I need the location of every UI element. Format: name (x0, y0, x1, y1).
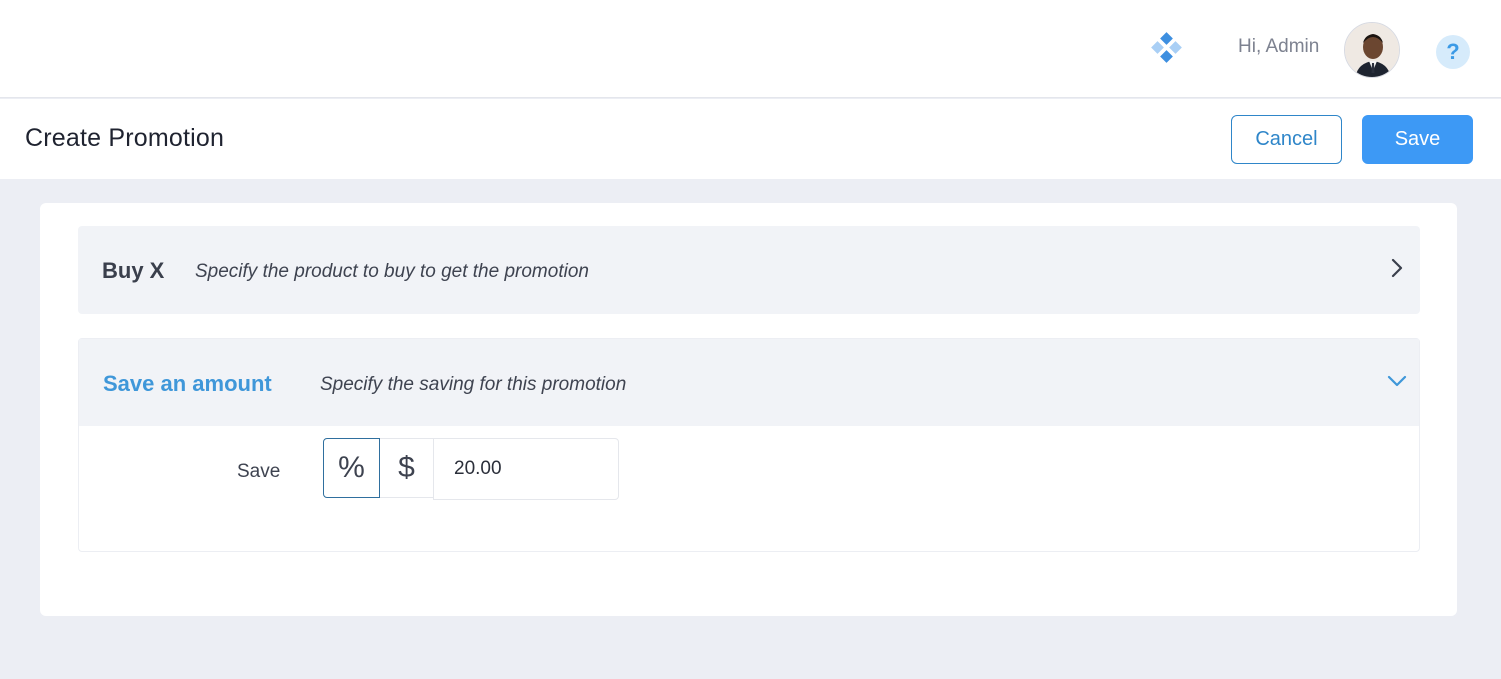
section-save-amount: Save an amount Specify the saving for th… (78, 338, 1420, 552)
chevron-down-icon[interactable] (1387, 371, 1407, 391)
section-buy-x[interactable]: Buy X Specify the product to buy to get … (78, 226, 1420, 314)
chevron-right-icon[interactable] (1387, 258, 1407, 278)
dollar-toggle[interactable]: $ (380, 438, 434, 498)
save-field-label: Save (237, 461, 281, 482)
save-amount-input[interactable] (433, 438, 619, 500)
top-bar: Hi, Admin ? (0, 0, 1501, 98)
user-greeting: Hi, Admin (1238, 36, 1320, 57)
section-buy-x-description: Specify the product to buy to get the pr… (195, 261, 589, 282)
avatar[interactable] (1344, 22, 1400, 78)
apps-diamond-icon[interactable] (1150, 32, 1184, 66)
save-button[interactable]: Save (1362, 115, 1473, 164)
promotion-card: Buy X Specify the product to buy to get … (40, 203, 1457, 616)
page-title: Create Promotion (25, 124, 225, 152)
section-save-amount-title: Save an amount (103, 371, 272, 396)
help-icon[interactable]: ? (1436, 35, 1470, 69)
cancel-button[interactable]: Cancel (1231, 115, 1342, 164)
section-save-amount-description: Specify the saving for this promotion (320, 374, 627, 395)
page-header: Create Promotion Cancel Save (0, 99, 1501, 179)
section-buy-x-title: Buy X (102, 258, 165, 283)
user-avatar-icon (1345, 23, 1399, 77)
section-save-amount-header[interactable]: Save an amount Specify the saving for th… (79, 339, 1419, 426)
percent-toggle[interactable]: % (323, 438, 380, 498)
